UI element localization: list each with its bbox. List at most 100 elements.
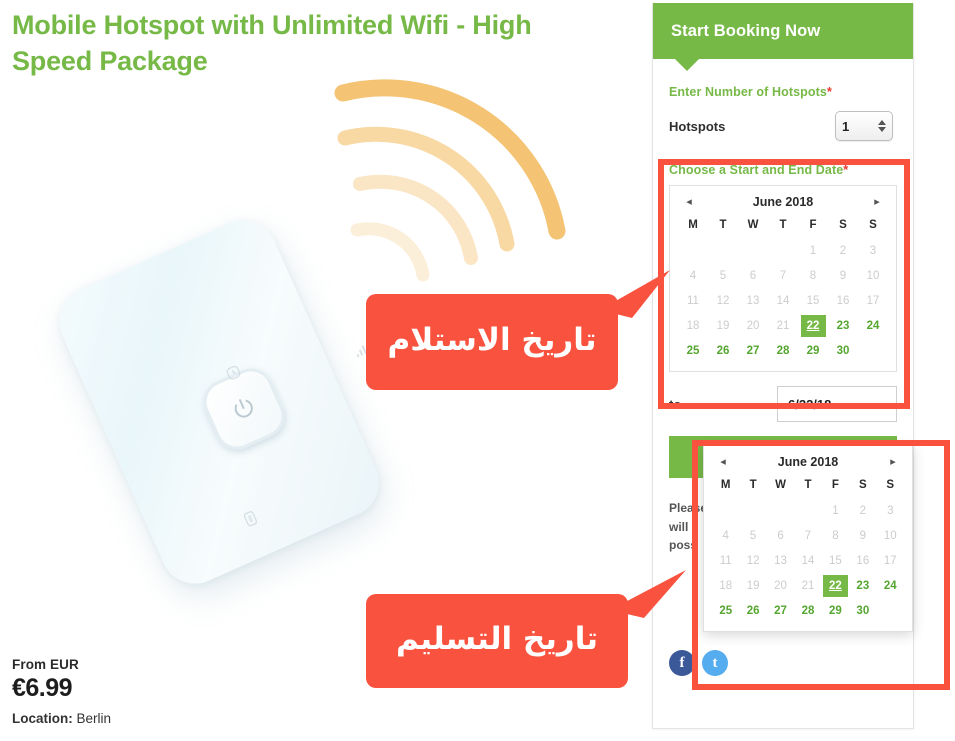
- weekday-5: S: [858, 479, 867, 491]
- calendar-day-disabled: 2: [839, 244, 847, 257]
- calendar-day-disabled: 20: [774, 579, 787, 592]
- calendar-day-empty: [678, 238, 708, 263]
- date-section: Choose a Start and End Date* ◂ June 2018…: [669, 163, 897, 372]
- calendar-day-available[interactable]: 25: [712, 598, 739, 623]
- next-month-icon[interactable]: ▸: [870, 196, 884, 208]
- calendar-day-disabled: 4: [689, 269, 697, 282]
- location-label: Location:: [12, 711, 73, 726]
- calendar-day-disabled: 16: [836, 294, 850, 307]
- calendar-day-selected[interactable]: 22: [800, 314, 826, 337]
- calendar-day-disabled: 14: [776, 294, 790, 307]
- prev-month-icon[interactable]: ◂: [682, 196, 696, 208]
- stepper-down-icon[interactable]: [878, 127, 886, 132]
- calendar-week-row: 25 26 27 28 29 30: [678, 338, 888, 363]
- calendar-day-disabled: 20: [746, 319, 760, 332]
- calendar-day-available[interactable]: 29: [798, 338, 828, 363]
- calendar-day-disabled: 3: [887, 504, 894, 517]
- weekday-5: S: [839, 219, 847, 231]
- calendar-day-available[interactable]: 29: [822, 598, 849, 623]
- calendar-week-row: 25 26 27 28 29 30: [712, 598, 904, 623]
- calendar-day-empty: [708, 238, 738, 263]
- calendar-week-row: 1 2 3: [712, 498, 904, 523]
- calendar-day-selected[interactable]: 22: [822, 574, 848, 597]
- price-amount: €6.99: [12, 674, 73, 702]
- weekday-2: W: [775, 479, 786, 491]
- price-block: From EUR €6.99 Location: Berlin: [12, 657, 312, 726]
- calendar-day-available[interactable]: 24: [858, 313, 888, 338]
- calendar-day-available[interactable]: 27: [738, 338, 768, 363]
- end-date-row: to 6/22/18: [669, 386, 897, 422]
- stepper-up-icon[interactable]: [878, 120, 886, 125]
- calendar-day-disabled: 10: [866, 269, 880, 282]
- end-date-calendar-popover[interactable]: ◂ June 2018 ▸ MTWTFSS 1 2 3 4 5 6 7 8 9 10 11 12 13 1…: [703, 445, 913, 632]
- calendar-day-available[interactable]: 30: [828, 338, 858, 363]
- calendar-day-disabled: 19: [716, 319, 730, 332]
- calendar-day-available[interactable]: 26: [739, 598, 766, 623]
- booking-header-title: Start Booking Now: [671, 21, 821, 40]
- calendar-day-disabled: 4: [722, 529, 729, 542]
- location-value: Berlin: [76, 711, 112, 726]
- calendar-grid: MTWTFSS 1 2 3 4 5 6 7 8 9 10 11 12 13 14 15 16 17 18 19 20 2…: [678, 215, 888, 363]
- required-asterisk: *: [826, 85, 832, 99]
- calendar-day-available[interactable]: 26: [708, 338, 738, 363]
- weekday-4: F: [809, 219, 817, 231]
- calendar-header: ◂ June 2018 ▸: [678, 192, 888, 215]
- calendar-day-disabled: 12: [716, 294, 730, 307]
- calendar-day-empty: [712, 498, 739, 523]
- calendar-day-disabled: 2: [859, 504, 867, 517]
- callout-delivery-text: تاريخ التسليم: [396, 621, 598, 657]
- calendar-day-disabled: 21: [776, 319, 790, 332]
- calendar-body: 1 2 3 4 5 6 7 8 9 10 11 12 13 14 15 16 17 18 19 20 21 22 23 24 2…: [678, 238, 888, 363]
- calendar-day-disabled: 5: [749, 529, 757, 542]
- calendar-day-available[interactable]: 30: [849, 598, 876, 623]
- popover-weekday-header-row: MTWTFSS: [712, 475, 904, 498]
- callout-pickup-date: تاريخ الاستلام: [366, 294, 618, 390]
- calendar-day-disabled: 9: [859, 529, 867, 542]
- calendar-day-available[interactable]: 25: [678, 338, 708, 363]
- calendar-month-title: June 2018: [752, 195, 814, 209]
- calendar-day-disabled: 18: [719, 579, 733, 592]
- weekday-6: S: [869, 219, 877, 231]
- booking-panel-header: Start Booking Now: [653, 3, 913, 71]
- stepper-arrows[interactable]: [878, 120, 886, 132]
- weekday-1: T: [719, 219, 727, 231]
- calendar-day-available[interactable]: 28: [794, 598, 821, 623]
- weekday-0: M: [720, 479, 731, 491]
- calendar-week-row: 18 19 20 21 22 23 24: [678, 313, 888, 338]
- calendar-day-disabled: 17: [883, 554, 897, 567]
- calendar-day-empty: [767, 498, 794, 523]
- calendar-day-disabled: 13: [774, 554, 787, 567]
- calendar-day-disabled: 11: [687, 294, 699, 307]
- quantity-stepper[interactable]: 1: [835, 111, 893, 141]
- facebook-icon[interactable]: f: [669, 650, 695, 676]
- end-date-input[interactable]: 6/22/18: [777, 386, 897, 422]
- calendar-day-available[interactable]: 23: [828, 313, 858, 338]
- calendar-day-empty: [738, 238, 768, 263]
- calendar-day-available[interactable]: 23: [849, 573, 876, 598]
- calendar-day-cell[interactable]: 22: [822, 573, 849, 598]
- quantity-value: 1: [842, 118, 850, 134]
- to-label: to: [669, 396, 682, 412]
- date-field-label: Choose a Start and End Date*: [669, 163, 897, 177]
- calendar-day-disabled: 1: [809, 244, 817, 257]
- calendar-day-empty: [858, 338, 888, 363]
- calendar-day-disabled: 14: [801, 554, 815, 567]
- popover-next-month-icon[interactable]: ▸: [886, 456, 900, 468]
- screenshot-root: Mobile Hotspot with Unlimited Wifi - Hig…: [0, 0, 955, 741]
- calendar-day-disabled: 1: [832, 504, 839, 517]
- calendar-day-disabled: 11: [719, 554, 732, 567]
- location-line: Location: Berlin: [12, 711, 312, 726]
- calendar-day-disabled: 7: [779, 269, 787, 282]
- calendar-day-available[interactable]: 24: [877, 573, 904, 598]
- required-asterisk-2: *: [843, 163, 849, 177]
- calendar-day-disabled: 21: [801, 579, 815, 592]
- popover-prev-month-icon[interactable]: ◂: [716, 456, 730, 468]
- calendar-day-disabled: 9: [839, 269, 847, 282]
- start-date-calendar[interactable]: ◂ June 2018 ▸ MTWTFSS 1 2 3 4 5 6 7 8 9 10 11 12 13 1…: [669, 185, 897, 372]
- calendar-day-disabled: 7: [804, 529, 812, 542]
- calendar-day-cell[interactable]: 22: [798, 313, 828, 338]
- twitter-icon[interactable]: t: [702, 650, 728, 676]
- calendar-day-available[interactable]: 28: [768, 338, 798, 363]
- calendar-day-disabled: 6: [777, 529, 784, 542]
- calendar-day-available[interactable]: 27: [767, 598, 794, 623]
